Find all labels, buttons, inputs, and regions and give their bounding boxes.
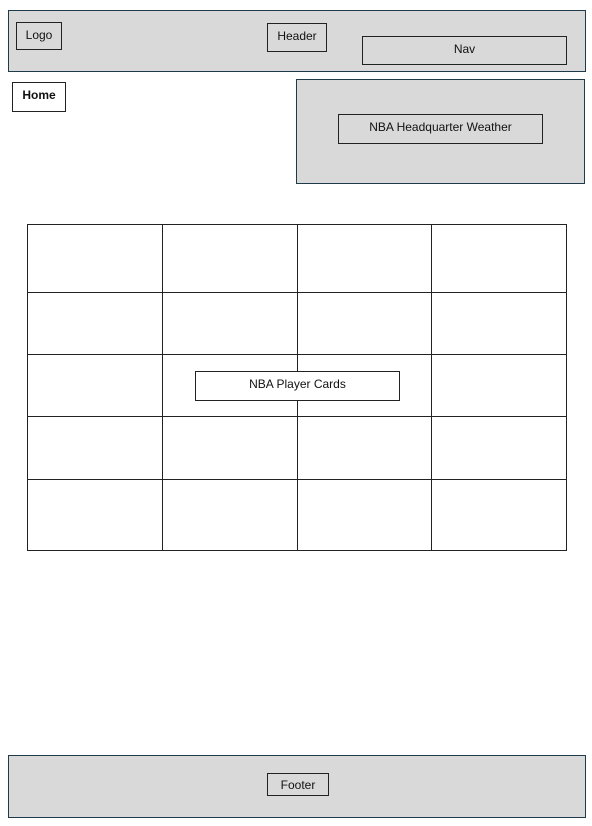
grid-divider-horizontal [28, 416, 566, 417]
home-link[interactable]: Home [12, 82, 66, 112]
grid-divider-vertical [162, 225, 163, 550]
player-cards-label: NBA Player Cards [195, 371, 400, 401]
grid-divider-vertical [431, 225, 432, 550]
weather-widget-label: NBA Headquarter Weather [338, 114, 543, 144]
header-placeholder: Header [267, 23, 327, 52]
grid-divider-horizontal [28, 354, 566, 355]
grid-divider-horizontal [28, 479, 566, 480]
logo-placeholder[interactable]: Logo [16, 22, 62, 50]
footer-placeholder: Footer [267, 773, 329, 796]
nav-placeholder[interactable]: Nav [362, 36, 567, 65]
grid-divider-horizontal [28, 292, 566, 293]
